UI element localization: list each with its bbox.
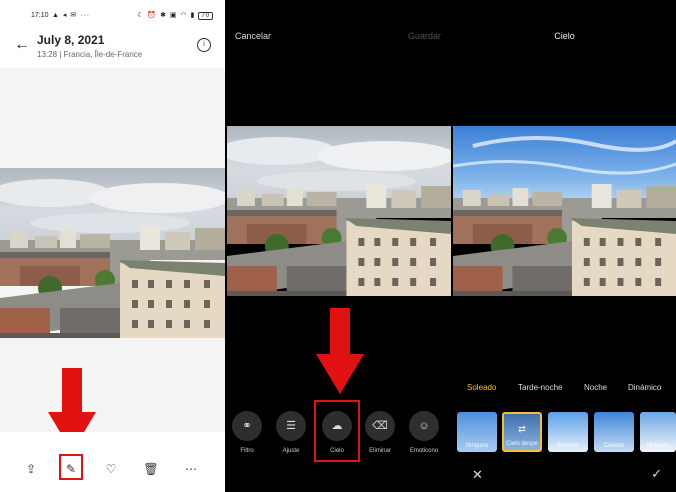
page-title: Cielo: [554, 31, 575, 41]
adjust-icon: ☰: [276, 411, 306, 441]
share-icon[interactable]: ⇪: [22, 460, 40, 478]
adjust-icon: ⇄: [518, 424, 526, 434]
heart-icon[interactable]: ♡: [102, 460, 120, 478]
tab-dinamico[interactable]: Dinámico: [628, 383, 661, 392]
emoji-icon: ☺: [409, 411, 439, 441]
system-icons: ☾ ⏰ ✱ ▣ ◠ ▮ 70: [137, 11, 213, 20]
tab-tarde-noche[interactable]: Tarde-noche: [518, 383, 562, 392]
tool-filtro[interactable]: ⚭ Filtro: [232, 411, 262, 454]
photo: [0, 168, 225, 338]
cancel-button[interactable]: Cancelar: [235, 31, 271, 41]
photo-date: July 8, 2021: [37, 33, 105, 47]
sky-thumbnail[interactable]: ⇄ Cielo despe: [502, 412, 542, 452]
sky-thumbnail[interactable]: Soleado: [548, 412, 588, 452]
thumbnail-label: Soleado: [556, 443, 580, 449]
gallery-photo-view: 17:10 ▲ ◂ ✉ ··· ☾ ⏰ ✱ ▣ ◠ ▮ 70 ← July 8,…: [0, 0, 225, 492]
tool-emoticono[interactable]: ☺ Emoticono: [409, 411, 439, 454]
editor-view: Cancelar Guardar ⚭ Filtro ☰ Ajuste ☁ Cie…: [227, 0, 451, 492]
back-arrow-icon[interactable]: ←: [14, 36, 30, 54]
photo-location: 13:28 | Francia, Île-de-France: [37, 50, 143, 59]
save-button[interactable]: Guardar: [408, 31, 441, 41]
tab-soleado[interactable]: Soleado: [467, 383, 496, 392]
tool-eliminar[interactable]: ⌫ Eliminar: [365, 411, 395, 454]
edit-highlight-box: [59, 454, 83, 480]
tab-noche[interactable]: Noche: [584, 383, 607, 392]
thumbnail-label: Cielo despe: [506, 441, 538, 447]
thumbnail-label: Celeste: [603, 443, 625, 449]
tool-ajuste[interactable]: ☰ Ajuste: [276, 411, 306, 454]
red-arrow-annotation: [316, 308, 364, 394]
photo: [227, 126, 451, 296]
tool-label: Eliminar: [369, 448, 391, 454]
status-bar: 17:10 ▲ ◂ ✉ ··· ☾ ⏰ ✱ ▣ ◠ ▮ 70: [0, 0, 225, 30]
sky-editor-view: Cielo Soleado Tarde-noche Noche Dinámico…: [453, 0, 676, 492]
cielo-highlight-box: [314, 400, 360, 462]
eraser-icon: ⌫: [365, 411, 395, 441]
info-icon[interactable]: i: [197, 38, 211, 52]
thumbnail-label: Nublado: [646, 443, 670, 449]
sky-thumbnail[interactable]: Ninguno: [457, 412, 497, 452]
photo: [453, 126, 676, 296]
more-icon[interactable]: ⋯: [182, 460, 200, 478]
notification-icons: ▲ ◂ ✉ ···: [52, 12, 91, 19]
tool-label: Filtro: [240, 448, 254, 454]
status-time: 17:10: [31, 12, 49, 19]
filter-icon: ⚭: [232, 411, 262, 441]
sky-thumbnail[interactable]: Celeste: [594, 412, 634, 452]
bottom-toolbar: ⇪ ✎ ♡ 🗑 ⋯: [0, 432, 225, 492]
trash-icon[interactable]: 🗑: [142, 460, 160, 478]
photo-header: ← July 8, 2021 13:28 | Francia, Île-de-F…: [0, 30, 225, 68]
check-icon[interactable]: ✓: [651, 466, 662, 482]
sky-thumbnail[interactable]: Nublado: [640, 412, 676, 452]
close-icon[interactable]: ✕: [472, 467, 483, 483]
tool-label: Emoticono: [409, 448, 439, 454]
battery-icon: 70: [198, 12, 213, 20]
thumbnail-label: Ninguno: [465, 443, 489, 449]
tool-label: Ajuste: [282, 448, 300, 454]
